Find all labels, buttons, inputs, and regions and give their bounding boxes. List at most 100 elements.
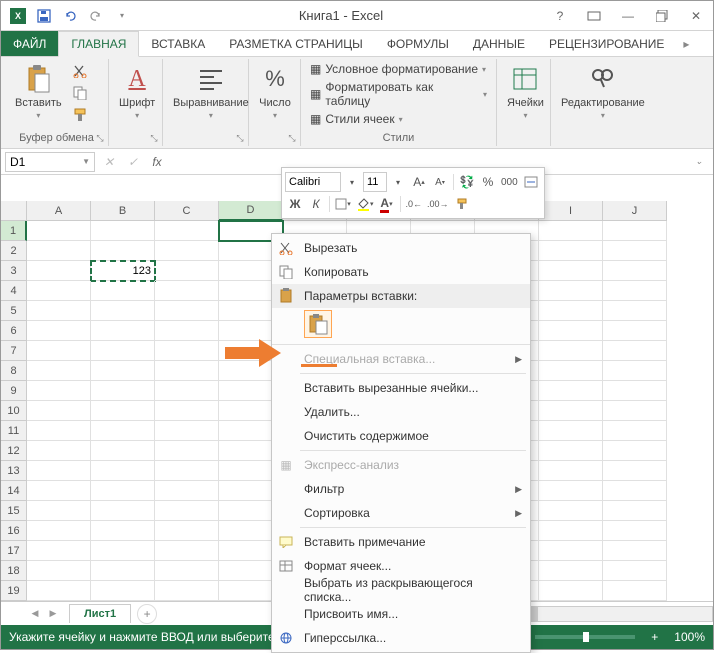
cell[interactable]: 123 <box>91 261 155 281</box>
cell[interactable] <box>539 321 603 341</box>
ribbon-display-icon[interactable] <box>583 6 605 26</box>
cell[interactable] <box>603 261 667 281</box>
column-header[interactable]: A <box>27 201 91 221</box>
column-header[interactable]: J <box>603 201 667 221</box>
tab-file[interactable]: ФАЙЛ <box>1 31 58 56</box>
cell[interactable] <box>539 561 603 581</box>
cell[interactable] <box>27 501 91 521</box>
cell[interactable] <box>155 481 219 501</box>
cell[interactable] <box>27 521 91 541</box>
ctx-define-name[interactable]: Присвоить имя... <box>272 602 530 626</box>
cell[interactable] <box>155 221 219 241</box>
sheet-nav-next-icon[interactable]: ▶ <box>45 606 61 622</box>
column-header[interactable]: B <box>91 201 155 221</box>
bold-icon[interactable]: Ж <box>285 194 305 214</box>
tab-data[interactable]: ДАННЫЕ <box>461 31 537 56</box>
alignment-dialog-icon[interactable]: ⤡ <box>234 132 246 144</box>
cell[interactable] <box>155 441 219 461</box>
cell[interactable] <box>603 581 667 601</box>
cell[interactable] <box>27 261 91 281</box>
cell[interactable] <box>603 521 667 541</box>
editing-button[interactable]: Редактирование ▾ <box>557 61 649 122</box>
font-dialog-icon[interactable]: ⤡ <box>148 132 160 144</box>
row-header[interactable]: 3 <box>1 261 27 281</box>
column-header[interactable]: C <box>155 201 219 221</box>
cell[interactable] <box>91 581 155 601</box>
conditional-formatting-button[interactable]: ▦Условное форматирование▾ <box>307 61 490 77</box>
column-header[interactable]: I <box>539 201 603 221</box>
cell[interactable] <box>539 541 603 561</box>
cell[interactable] <box>91 401 155 421</box>
cell[interactable] <box>539 421 603 441</box>
cell[interactable] <box>539 481 603 501</box>
row-header[interactable]: 2 <box>1 241 27 261</box>
ctx-clear-contents[interactable]: Очистить содержимое <box>272 424 530 448</box>
ctx-insert-comment[interactable]: Вставить примечание <box>272 530 530 554</box>
cell[interactable] <box>27 421 91 441</box>
cell[interactable] <box>155 341 219 361</box>
cell[interactable] <box>27 221 91 241</box>
row-header[interactable]: 5 <box>1 301 27 321</box>
tab-page-layout[interactable]: РАЗМЕТКА СТРАНИЦЫ <box>217 31 375 56</box>
cell[interactable] <box>155 361 219 381</box>
cell[interactable] <box>155 261 219 281</box>
cell[interactable] <box>27 561 91 581</box>
increase-font-icon[interactable]: A▴ <box>409 172 429 192</box>
cell[interactable] <box>155 461 219 481</box>
cell[interactable] <box>27 441 91 461</box>
row-header[interactable]: 19 <box>1 581 27 601</box>
cell[interactable] <box>91 341 155 361</box>
cell[interactable] <box>27 401 91 421</box>
cell[interactable] <box>603 321 667 341</box>
row-header[interactable]: 6 <box>1 321 27 341</box>
row-header[interactable]: 16 <box>1 521 27 541</box>
cell[interactable] <box>91 241 155 261</box>
decrease-font-icon[interactable]: A▾ <box>430 172 450 192</box>
cell[interactable] <box>91 521 155 541</box>
cell[interactable] <box>603 221 667 241</box>
cell[interactable] <box>539 261 603 281</box>
excel-icon[interactable]: X <box>7 5 29 27</box>
percent-format-icon[interactable]: % <box>478 172 498 192</box>
ctx-filter[interactable]: Фильтр ▶ <box>272 477 530 501</box>
cell[interactable] <box>91 501 155 521</box>
cell[interactable] <box>155 561 219 581</box>
accounting-format-icon[interactable]: 💱 <box>457 172 477 192</box>
ctx-pick-from-list[interactable]: Выбрать из раскрывающегося списка... <box>272 578 530 602</box>
column-header[interactable]: D <box>219 201 283 221</box>
redo-icon[interactable] <box>85 5 107 27</box>
ctx-format-cells[interactable]: Формат ячеек... <box>272 554 530 578</box>
save-icon[interactable] <box>33 5 55 27</box>
cell[interactable] <box>155 401 219 421</box>
cell[interactable] <box>155 301 219 321</box>
cell[interactable] <box>91 281 155 301</box>
row-header[interactable]: 9 <box>1 381 27 401</box>
cell[interactable] <box>539 461 603 481</box>
cell[interactable] <box>603 281 667 301</box>
cell[interactable] <box>539 501 603 521</box>
ctx-hyperlink[interactable]: Гиперссылка... <box>272 626 530 650</box>
cell[interactable] <box>539 381 603 401</box>
row-header[interactable]: 12 <box>1 441 27 461</box>
formula-bar-expand-icon[interactable]: ⌄ <box>689 152 709 172</box>
cell[interactable] <box>603 301 667 321</box>
cell[interactable] <box>91 561 155 581</box>
sheet-tab[interactable]: Лист1 <box>69 604 131 623</box>
cell[interactable] <box>539 341 603 361</box>
select-all-corner[interactable] <box>1 201 27 221</box>
zoom-slider[interactable] <box>535 635 635 639</box>
row-header[interactable]: 17 <box>1 541 27 561</box>
cut-icon[interactable] <box>70 61 90 81</box>
cell[interactable] <box>91 541 155 561</box>
cell[interactable] <box>27 461 91 481</box>
undo-icon[interactable] <box>59 5 81 27</box>
cell[interactable] <box>27 481 91 501</box>
cell[interactable] <box>91 301 155 321</box>
paste-button[interactable]: Вставить ▾ <box>11 61 66 122</box>
cell[interactable] <box>603 401 667 421</box>
borders-icon[interactable]: ▾ <box>333 194 353 214</box>
cell[interactable] <box>27 241 91 261</box>
row-header[interactable]: 8 <box>1 361 27 381</box>
cell[interactable] <box>27 321 91 341</box>
cell[interactable] <box>155 381 219 401</box>
